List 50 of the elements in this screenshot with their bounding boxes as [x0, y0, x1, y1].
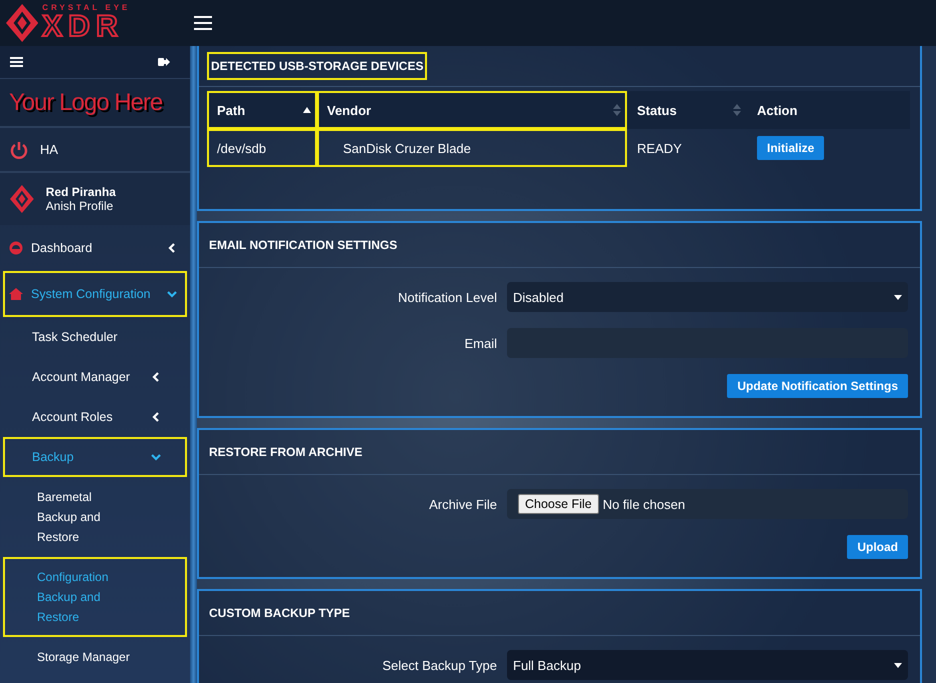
profile-name: Red Piranha [46, 185, 116, 199]
menu-item[interactable]: Backup [3, 437, 187, 477]
menu-item[interactable]: Dashboard [3, 225, 187, 271]
power-icon [10, 140, 28, 158]
menu-item[interactable]: Storage Manager [3, 637, 187, 677]
column-header[interactable]: Path [207, 91, 317, 129]
panel-title: EMAIL NOTIFICATION SETTINGS [208, 238, 398, 252]
gauge-icon [9, 241, 23, 255]
menu-item[interactable]: Account Manager [3, 357, 187, 397]
caret-icon [894, 662, 902, 668]
ha-label[interactable]: HA [40, 142, 58, 157]
menu-item[interactable]: Task Scheduler [3, 317, 187, 357]
update-button[interactable]: Update Notification Settings [727, 374, 908, 398]
table-cell: SanDisk Cruzer Blade [317, 129, 627, 167]
caret-icon [894, 294, 902, 300]
table-cell: /dev/sdb [207, 129, 317, 167]
sort-icon [613, 104, 621, 116]
backup-type-select[interactable]: Full Backup [507, 650, 908, 680]
panel-title: CUSTOM BACKUP TYPE [208, 606, 350, 620]
field-label: Notification Level [397, 290, 497, 304]
choose-file-button[interactable]: Choose File [518, 494, 599, 514]
sort-icon [733, 104, 741, 116]
menu-icon[interactable] [194, 16, 212, 30]
brand-name: XDR [42, 12, 125, 42]
profile-subtitle: Anish Profile [46, 199, 114, 213]
logout-icon[interactable] [158, 57, 170, 67]
panel-title: RESTORE FROM ARCHIVE [208, 445, 362, 459]
logo-icon [6, 4, 38, 42]
custom-logo-text: Your Logo Here [9, 88, 162, 116]
column-header[interactable]: Status [627, 91, 747, 129]
upload-button[interactable]: Upload [847, 535, 908, 559]
field-label: Select Backup Type [381, 658, 497, 672]
field-label: Email [463, 336, 497, 350]
sort-ascending-icon [303, 107, 311, 113]
menu-icon[interactable] [10, 57, 23, 67]
profile-logo-icon [10, 185, 34, 213]
column-header[interactable]: Vendor [317, 91, 627, 129]
menu-item[interactable]: Baremetal Backup and Restore [3, 477, 187, 557]
menu-item[interactable]: Account Roles [3, 397, 187, 437]
home-icon [9, 288, 23, 300]
field-label: Archive File [428, 496, 497, 512]
table-cell-text: READY [636, 140, 683, 158]
file-input[interactable]: Choose File No file chosen [507, 489, 908, 519]
column-header[interactable]: Action [747, 91, 910, 129]
panel-title: DETECTED USB-STORAGE DEVICES [207, 52, 428, 80]
menu-item[interactable]: Configuration Backup and Restore [3, 557, 187, 637]
brand-tagline: CRYSTAL EYE [42, 4, 130, 12]
notification-level-select[interactable]: Disabled [507, 282, 908, 312]
menu-item[interactable]: System Configuration [3, 271, 187, 317]
initialize-button[interactable]: Initialize [757, 136, 824, 160]
